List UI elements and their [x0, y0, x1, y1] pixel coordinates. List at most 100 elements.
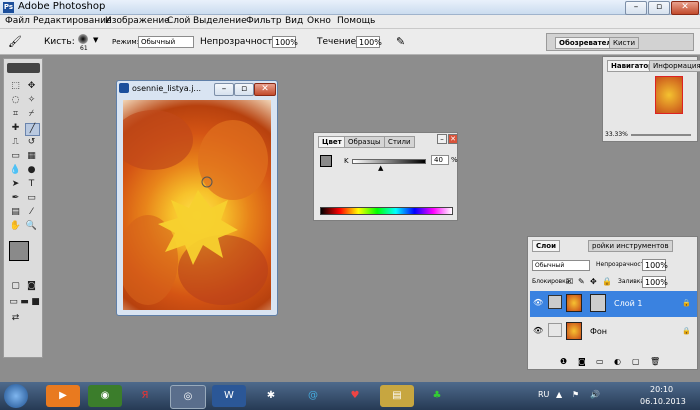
notes-tool-icon[interactable]: ▤ [9, 207, 22, 218]
airbrush-icon[interactable]: ✎ [396, 35, 410, 49]
tray-arrow-icon[interactable]: ▲ [556, 390, 562, 399]
path-selection-tool-icon[interactable]: ➤ [9, 179, 22, 190]
new-set-icon[interactable]: ▭ [596, 357, 604, 366]
visibility-eye-icon[interactable]: 👁 [533, 326, 543, 335]
menu-filter[interactable]: Фильтр [246, 16, 282, 26]
tab-swatches[interactable]: Образцы [344, 136, 385, 148]
link-box-icon[interactable] [548, 295, 562, 309]
move-tool-icon[interactable]: ✥ [25, 81, 38, 92]
slider-handle-icon[interactable]: ▲ [378, 164, 383, 172]
tab-info[interactable]: Информация [649, 60, 700, 72]
tab-layers[interactable]: Слои [532, 240, 560, 252]
layer-opacity-input[interactable]: 100% [642, 259, 668, 271]
add-mask-icon[interactable]: ◙ [578, 357, 586, 366]
k-slider[interactable] [352, 159, 426, 164]
start-button[interactable] [4, 384, 28, 408]
gradient-tool-icon[interactable]: ▦ [25, 151, 38, 162]
navigator-thumbnail[interactable] [655, 76, 683, 114]
tab-brushes[interactable]: Кисти [609, 37, 639, 49]
chrome-icon[interactable]: ◉ [88, 385, 122, 407]
crop-tool-icon[interactable]: ⌗ [9, 109, 22, 120]
yandex-icon[interactable]: Я [128, 385, 162, 407]
healing-brush-tool-icon[interactable]: ✚ [9, 123, 22, 134]
zoom-tool-icon[interactable]: 🔍 [25, 221, 38, 232]
brush-preview-icon[interactable] [78, 34, 88, 44]
slice-tool-icon[interactable]: ⌿ [25, 109, 38, 120]
jump-to-imageready-icon[interactable]: ⇄ [9, 313, 22, 324]
mode-select[interactable]: Обычный [138, 36, 194, 48]
marquee-tool-icon[interactable]: ⬚ [9, 81, 22, 92]
eyedropper-tool-icon[interactable]: ⁄ [25, 207, 38, 218]
layer-row[interactable]: 👁 Слой 1 🔒 [530, 291, 697, 317]
minimize-button[interactable]: – [625, 1, 647, 15]
pen-tool-icon[interactable]: ✒ [9, 193, 22, 204]
opacity-input[interactable]: 100% [272, 36, 298, 48]
new-layer-icon[interactable]: ▢ [632, 357, 640, 366]
lock-transparency-icon[interactable]: ☒ [566, 277, 573, 286]
lock-image-icon[interactable]: ✎ [578, 277, 585, 286]
lasso-tool-icon[interactable]: ◌ [9, 95, 22, 106]
clock-time[interactable]: 20:10 [650, 385, 673, 394]
fill-input[interactable]: 100% [642, 276, 668, 288]
zoom-slider[interactable] [631, 134, 691, 136]
mail-agent-icon[interactable]: @ [296, 385, 330, 407]
type-tool-icon[interactable]: T [25, 179, 38, 190]
standard-mode-icon[interactable]: ▢ [9, 281, 22, 292]
screen-mode-full-icon[interactable]: ■ [29, 297, 42, 308]
menu-file[interactable]: Файл [5, 16, 30, 26]
menu-layer[interactable]: Слой [167, 16, 190, 26]
eraser-tool-icon[interactable]: ▭ [9, 151, 22, 162]
color-foreground-swatch[interactable] [320, 155, 332, 167]
panel-minimize-button[interactable]: – [437, 134, 447, 144]
color-ramp[interactable] [320, 207, 453, 215]
panel-close-button[interactable]: ✕ [448, 134, 458, 144]
menu-view[interactable]: Вид [285, 16, 303, 26]
quick-mask-mode-icon[interactable]: ◙ [25, 281, 38, 292]
tray-flag-icon[interactable]: ⚑ [572, 390, 579, 399]
menu-edit[interactable]: Редактирование [33, 16, 112, 26]
dodge-tool-icon[interactable]: ● [25, 165, 38, 176]
brush-tool-icon[interactable]: 🖌 [8, 35, 22, 49]
layer-style-icon[interactable]: ❶ [560, 357, 567, 366]
layer-mask-thumbnail[interactable] [590, 294, 606, 312]
history-brush-tool-icon[interactable]: ↺ [25, 137, 38, 148]
menu-window[interactable]: Окно [307, 16, 331, 26]
close-button[interactable]: ✕ [671, 1, 699, 15]
doc-maximize-button[interactable]: ▫ [234, 83, 254, 96]
magic-wand-tool-icon[interactable]: ✧ [25, 95, 38, 106]
folder-icon[interactable]: ▤ [380, 385, 414, 407]
menu-select[interactable]: Выделение [193, 16, 247, 26]
document-canvas[interactable] [123, 100, 271, 310]
shape-tool-icon[interactable]: ▭ [25, 193, 38, 204]
layer-row[interactable]: 👁 Фон 🔒 [530, 319, 697, 345]
doc-close-button[interactable]: ✕ [254, 83, 276, 96]
clone-stamp-tool-icon[interactable]: ⎍ [9, 137, 22, 148]
lock-position-icon[interactable]: ✥ [590, 277, 597, 286]
media-player-icon[interactable]: ▶ [46, 385, 80, 407]
trash-icon[interactable]: 🗑 [650, 357, 660, 366]
photoshop-taskbar-icon[interactable]: ◎ [170, 385, 206, 409]
foreground-color-swatch[interactable] [9, 241, 29, 261]
tab-tool-presets[interactable]: ройки инструментов [588, 240, 673, 252]
layer-name[interactable]: Фон [590, 327, 607, 336]
heart-icon[interactable]: ♥ [338, 385, 372, 407]
clock-date[interactable]: 06.10.2013 [640, 397, 686, 406]
visibility-eye-icon[interactable]: 👁 [533, 298, 543, 307]
adjustment-layer-icon[interactable]: ◐ [614, 357, 621, 366]
tab-styles[interactable]: Стили [384, 136, 415, 148]
menu-image[interactable]: Изображение [105, 16, 170, 26]
flow-input[interactable]: 100% [356, 36, 382, 48]
tray-volume-icon[interactable]: 🔊 [590, 390, 600, 399]
word-icon[interactable]: W [212, 385, 246, 407]
k-value-input[interactable]: 40 [431, 155, 449, 165]
spider-icon[interactable]: ✱ [254, 385, 288, 407]
zoom-value[interactable]: 33.33% [605, 131, 628, 138]
brush-dropdown-icon[interactable]: ▼ [93, 36, 98, 44]
blur-tool-icon[interactable]: 💧 [9, 165, 22, 176]
brush-tool-icon[interactable]: ╱ [25, 123, 40, 136]
layer-name[interactable]: Слой 1 [614, 299, 642, 308]
hand-tool-icon[interactable]: ✋ [9, 221, 22, 232]
doc-minimize-button[interactable]: – [214, 83, 234, 96]
language-indicator[interactable]: RU [538, 390, 549, 399]
tab-color[interactable]: Цвет [318, 136, 346, 148]
